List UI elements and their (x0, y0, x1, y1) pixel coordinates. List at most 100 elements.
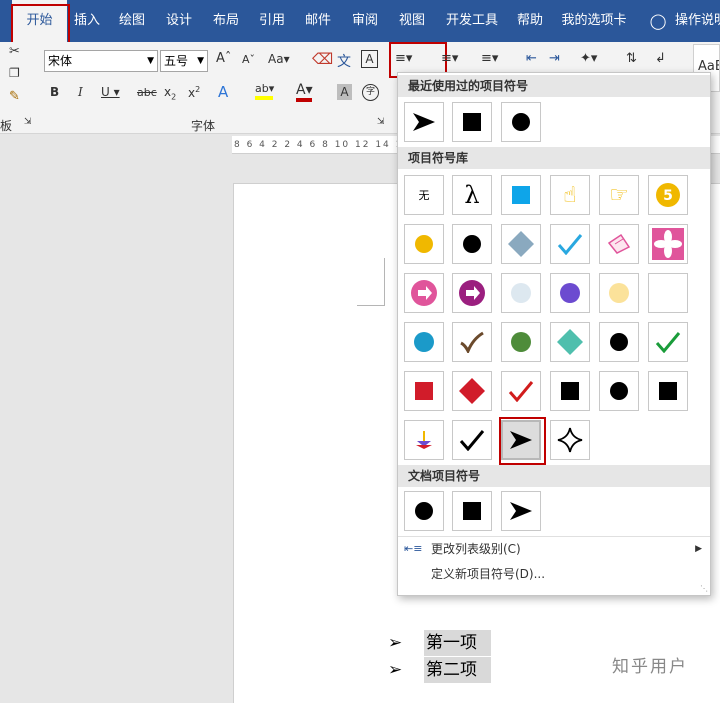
pale-blue-dot-bullet[interactable] (501, 273, 541, 313)
blue-check-bullet[interactable] (550, 224, 590, 264)
purple-arrow-bullet[interactable] (452, 273, 492, 313)
brown-check-bullet[interactable] (452, 322, 492, 362)
green-dot-bullet[interactable] (501, 322, 541, 362)
four-point-star-bullet[interactable] (550, 420, 590, 460)
number-five-bullet[interactable]: 5 (648, 175, 688, 215)
show-marks-icon[interactable]: ↲ (655, 51, 666, 66)
font-dialog-launcher-icon[interactable]: ⇲ (377, 117, 385, 127)
tab-mailings[interactable]: 邮件 (301, 0, 335, 42)
pale-yellow-dot-bullet[interactable] (599, 273, 639, 313)
lambda-bullet[interactable]: λ (452, 175, 492, 215)
numbering-button[interactable]: ≡▾ (441, 51, 458, 66)
tab-layout[interactable]: 布局 (209, 0, 243, 42)
enclose-characters-icon[interactable]: 字 (362, 84, 379, 101)
black-square-bullet[interactable] (648, 371, 688, 411)
font-color-swatch (296, 98, 312, 102)
strikethrough-button[interactable]: abc (137, 86, 157, 99)
recent-disc-bullet[interactable] (501, 102, 541, 142)
recent-square-bullet[interactable] (452, 102, 492, 142)
shrink-font-icon[interactable]: Aˇ (242, 53, 255, 66)
black-dot-bullet[interactable] (599, 322, 639, 362)
tab-developer[interactable]: 开发工具 (443, 0, 501, 42)
chevron-down-icon: ▼ (147, 56, 154, 66)
none-label: 无 (418, 189, 430, 202)
pushpin-bullet[interactable] (404, 420, 444, 460)
list-item[interactable]: ➢ 第二项 (388, 657, 508, 683)
teal-diamond-bullet[interactable] (550, 322, 590, 362)
doc-disc-bullet[interactable] (404, 491, 444, 531)
superscript-button[interactable]: x2 (188, 85, 200, 100)
tab-insert[interactable]: 插入 (70, 0, 104, 42)
character-shading-icon[interactable]: A (337, 84, 352, 100)
asian-layout-icon[interactable]: ✦▾ (580, 51, 597, 66)
tab-home-highlight (11, 4, 70, 46)
define-new-bullet-item[interactable]: 定义新项目符号(D)... (398, 562, 710, 586)
underline-button[interactable]: U ▾ (101, 85, 120, 99)
list-item-text: 第一项 (424, 630, 491, 656)
margin-corner-mark (357, 258, 385, 306)
yellow-dot-bullet[interactable] (404, 224, 444, 264)
font-size-combo[interactable]: 五号 ▼ (160, 50, 208, 72)
green-check-bullet[interactable] (648, 322, 688, 362)
clipboard-launcher-icon[interactable]: ⇲ (24, 117, 32, 127)
ruler-left-margin (0, 136, 232, 154)
steel-diamond-bullet[interactable] (501, 224, 541, 264)
doc-arrowhead-bullet[interactable] (501, 491, 541, 531)
cut-icon[interactable]: ✂ (9, 44, 20, 59)
change-case-icon[interactable]: Aa▾ (268, 52, 290, 66)
subscript-button[interactable]: x2 (164, 85, 176, 101)
pink-arrow-bullet[interactable] (404, 273, 444, 313)
pink-note-bullet[interactable] (599, 224, 639, 264)
font-color-button[interactable]: A▾ (296, 82, 313, 102)
pointing-finger-bullet[interactable]: ☞ (599, 175, 639, 215)
floral-tile-bullet[interactable] (648, 224, 688, 264)
pointing-hand-bullet[interactable]: ☝ (550, 175, 590, 215)
chevron-down-icon: ▼ (197, 56, 204, 66)
italic-button[interactable]: I (78, 85, 83, 99)
change-list-level-item[interactable]: ⇤≡ 更改列表级别(C) ▶ (398, 537, 710, 561)
recent-arrowhead-bullet[interactable] (404, 102, 444, 142)
text-effects-icon[interactable]: A (218, 83, 228, 101)
font-name-combo[interactable]: 宋体 ▼ (44, 50, 158, 72)
tab-help[interactable]: 帮助 (512, 0, 548, 42)
red-diamond-bullet[interactable] (452, 371, 492, 411)
black-dot-bullet[interactable] (599, 371, 639, 411)
bullet-library-header: 项目符号库 (398, 147, 710, 169)
black-check-bullet[interactable] (452, 420, 492, 460)
format-painter-icon[interactable]: ✎ (9, 89, 20, 104)
tab-design[interactable]: 设计 (162, 0, 196, 42)
teal-dot-bullet[interactable] (404, 322, 444, 362)
tab-my-tab[interactable]: 我的选项卡 (561, 0, 627, 42)
resize-grip-icon[interactable]: ⋱ (700, 584, 708, 593)
black-square-bullet[interactable] (550, 371, 590, 411)
watermark: 知乎用户 (612, 657, 688, 677)
highlight-color-swatch (255, 96, 273, 100)
red-check-bullet[interactable] (501, 371, 541, 411)
multilevel-list-button[interactable]: ≡▾ (481, 51, 498, 66)
clear-formatting-icon[interactable]: ⌫ (312, 50, 333, 68)
empty-slot[interactable] (648, 273, 688, 313)
violet-dot-bullet[interactable] (550, 273, 590, 313)
phonetic-guide-icon[interactable]: 文 (337, 51, 351, 71)
none-bullet[interactable]: 无 (404, 175, 444, 215)
sort-icon[interactable]: ⇅ (626, 51, 637, 66)
lightbulb-icon[interactable]: ◯ (648, 0, 668, 42)
bullet-library-dropdown: 最近使用过的项目符号 项目符号库 无 λ ☝ ☞ 5 文档项目符号 ⇤≡ 更改列… (397, 72, 711, 596)
copy-icon[interactable]: ❐ (9, 66, 20, 80)
bold-button[interactable]: B (50, 85, 59, 99)
tab-review[interactable]: 审阅 (348, 0, 382, 42)
doc-square-bullet[interactable] (452, 491, 492, 531)
character-border-icon[interactable]: A (361, 50, 378, 68)
grow-font-icon[interactable]: Aˆ (216, 51, 231, 66)
tab-tell-me[interactable]: 操作说明 (675, 0, 720, 42)
list-item[interactable]: ➢ 第一项 (388, 630, 508, 656)
black-dot-bullet[interactable] (452, 224, 492, 264)
tab-view[interactable]: 视图 (395, 0, 429, 42)
blue-square-bullet[interactable] (501, 175, 541, 215)
decrease-indent-icon[interactable]: ⇤ (526, 51, 537, 66)
tab-references[interactable]: 引用 (255, 0, 289, 42)
tab-draw[interactable]: 绘图 (113, 0, 151, 42)
red-square-bullet[interactable] (404, 371, 444, 411)
increase-indent-icon[interactable]: ⇥ (549, 51, 560, 66)
highlight-color-button[interactable]: ab▾ (255, 82, 274, 100)
